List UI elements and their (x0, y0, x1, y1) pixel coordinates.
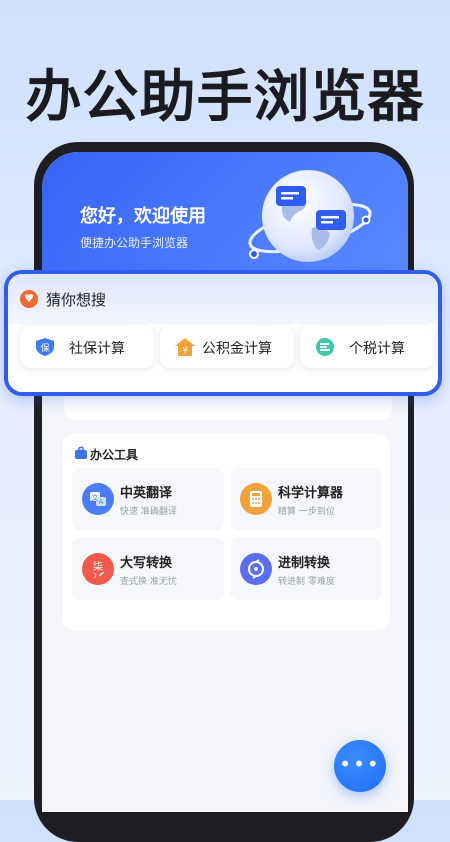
tool-desc: 查式换 准无忧 (120, 577, 177, 587)
tool-base-convert[interactable]: 进制转换 转进制 零难度 (230, 538, 382, 600)
svg-text:7: 7 (93, 573, 97, 580)
office-tools-title: 办公工具 (90, 448, 139, 462)
tool-desc: 快速 准确翻译 (120, 507, 177, 517)
svg-text:柒: 柒 (93, 560, 103, 573)
tool-currency-convert[interactable]: 柒7 大写转换 查式换 准无忧 (72, 538, 224, 600)
more-icon: ••• (339, 752, 381, 776)
tool-desc: 转进制 零难度 (278, 577, 335, 587)
base-convert-icon (240, 553, 272, 585)
phone-screen: 您好，欢迎使用 便捷办公助手浏览器 办公工具 文 A 中英翻译 快速 准确翻译 … (42, 152, 408, 812)
globe-icon (242, 158, 372, 278)
office-tools-panel: 办公工具 文A 中英翻译 快速 准确翻译 科学计算器 精算 一步到位 柒7 大写… (62, 434, 390, 630)
tool-name: 中英翻译 (120, 486, 173, 501)
heart-icon: ♥ (20, 290, 38, 308)
tool-name: 科学计算器 (278, 486, 344, 501)
currency-convert-icon: 柒7 (82, 553, 114, 585)
subtitle-text: 便捷办公助手浏览器 (80, 236, 189, 250)
briefcase-icon (75, 446, 87, 459)
chip-label: 社保计算 (69, 341, 125, 357)
svg-text:A: A (99, 498, 104, 506)
chip-label: 公积金计算 (202, 341, 272, 357)
translate-icon: 文A (82, 483, 114, 515)
chip-social-security[interactable]: 保 社保计算 (20, 326, 154, 368)
guess-search-panel: ♥ 猜你想搜 保 社保计算 ¥ 公积金计算 个税计算 (4, 270, 442, 396)
chip-label: 个税计算 (349, 341, 405, 357)
chip-housing-fund[interactable]: ¥ 公积金计算 (160, 326, 294, 368)
tool-translate[interactable]: 文A 中英翻译 快速 准确翻译 (72, 468, 224, 530)
greeting-text: 您好，欢迎使用 (80, 206, 206, 227)
tool-desc: 精算 一步到位 (278, 507, 335, 517)
tool-name: 大写转换 (120, 556, 173, 571)
svg-text:文: 文 (92, 493, 99, 502)
calculator-icon (240, 483, 272, 515)
chip-income-tax[interactable]: 个税计算 (300, 326, 434, 368)
tool-calculator[interactable]: 科学计算器 精算 一步到位 (230, 468, 382, 530)
headline: 办公助手浏览器 (25, 65, 425, 130)
guess-search-title: 猜你想搜 (46, 291, 107, 309)
tool-name: 进制转换 (278, 556, 331, 571)
more-button[interactable]: ••• (334, 740, 386, 792)
